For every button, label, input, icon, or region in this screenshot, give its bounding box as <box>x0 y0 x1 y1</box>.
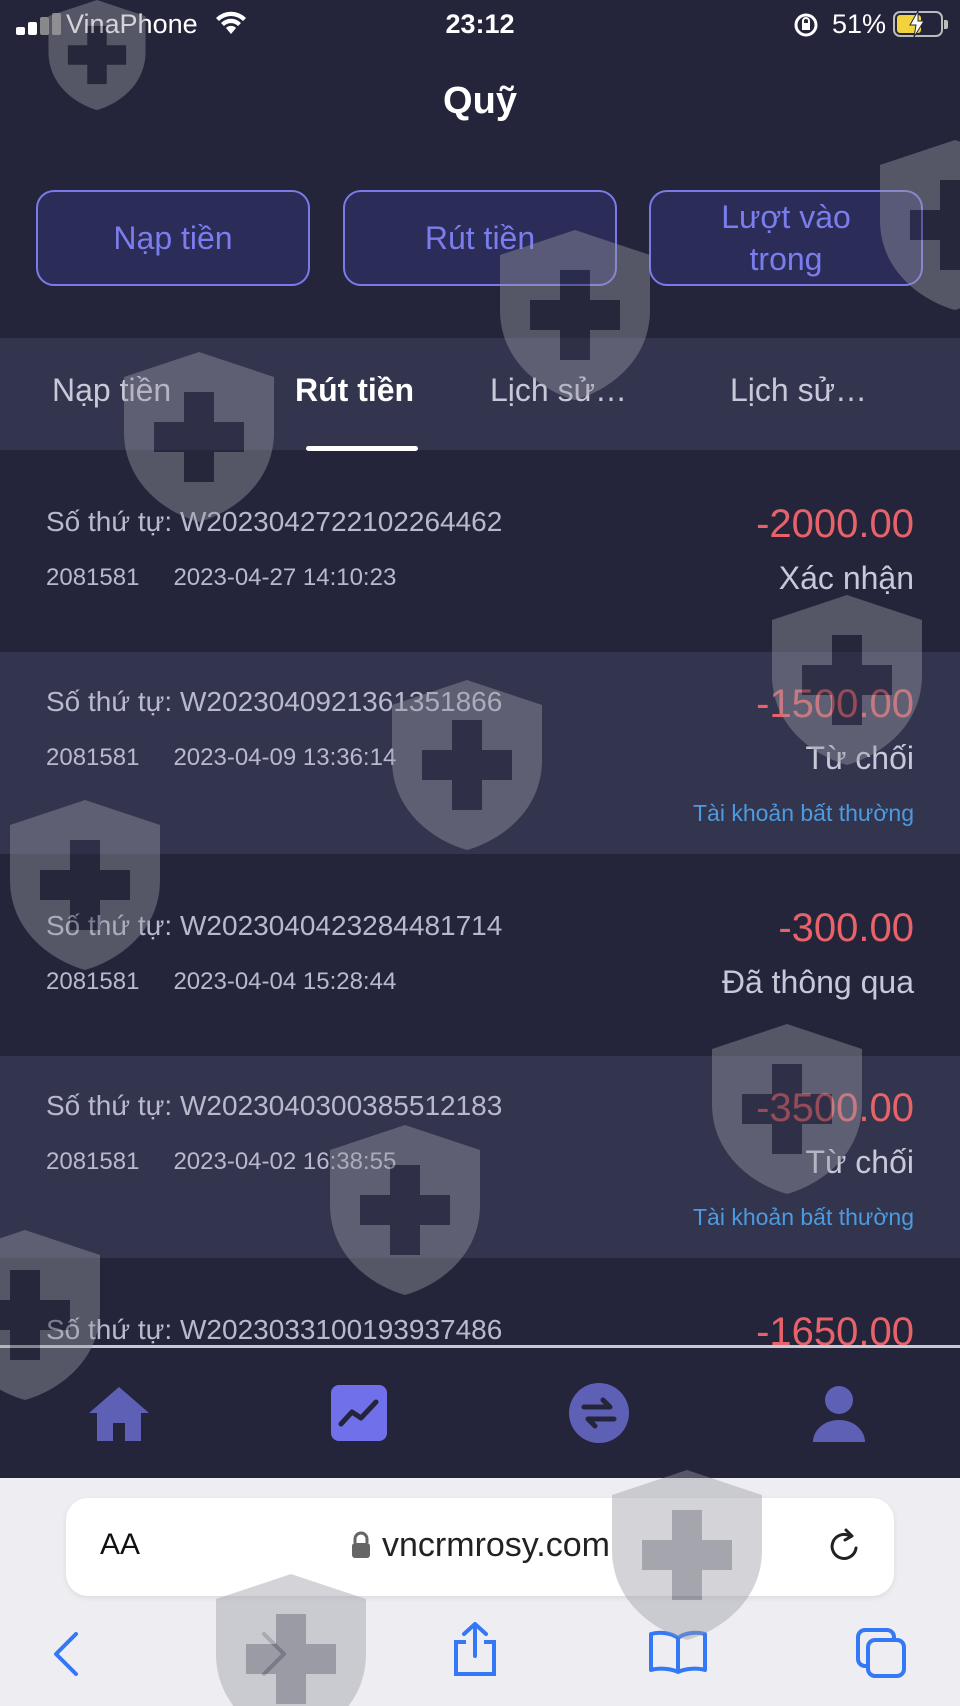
record-amount: -300.00 <box>778 906 914 950</box>
nav-profile[interactable] <box>804 1378 874 1448</box>
list-item[interactable]: Số thứ tự: W2023040423284481714 2081581 2… <box>0 854 960 1056</box>
tab-history-2[interactable]: Lịch sử… <box>730 372 867 409</box>
back-icon[interactable] <box>48 1630 84 1678</box>
record-amount: -1500.00 <box>756 682 914 726</box>
record-status: Từ chối <box>805 740 914 776</box>
withdraw-record-list: Số thứ tự: W2023042722102264462 2081581 2… <box>0 450 960 1345</box>
record-status: Từ chối <box>805 1144 914 1180</box>
record-meta: 2081581 2023-04-02 16:38:55 <box>46 1148 397 1175</box>
user-icon <box>813 1386 865 1442</box>
nav-home[interactable] <box>84 1378 154 1448</box>
reload-icon[interactable] <box>824 1526 864 1566</box>
order-number: Số thứ tự: W2023033100193937486 <box>46 1314 503 1345</box>
page-title: Quỹ <box>443 80 517 122</box>
record-meta: 2081581 2023-04-09 13:36:14 <box>46 744 397 771</box>
order-number: Số thứ tự: W2023040300385512183 <box>46 1090 503 1121</box>
record-meta: 2081581 2023-04-27 14:10:23 <box>46 564 397 591</box>
record-amount: -2000.00 <box>756 502 914 546</box>
record-tabs: Nạp tiền Rút tiền Lịch sử… Lịch sử… <box>0 338 960 451</box>
list-item[interactable]: Số thứ tự: W2023033100193937486 -1650.00 <box>0 1258 960 1345</box>
home-icon <box>89 1387 149 1441</box>
nav-market[interactable] <box>324 1378 394 1448</box>
chart-icon <box>331 1385 387 1441</box>
order-number: Số thứ tự: W2023040423284481714 <box>46 910 503 941</box>
record-meta: 2081581 2023-04-04 15:28:44 <box>46 968 397 995</box>
tab-deposit[interactable]: Nạp tiền <box>52 372 171 409</box>
share-icon[interactable] <box>452 1622 498 1678</box>
tab-withdraw[interactable]: Rút tiền <box>295 372 414 409</box>
order-number: Số thứ tự: W2023042722102264462 <box>46 506 503 537</box>
address-bar[interactable]: AA vncrmrosy.com <box>66 1498 894 1596</box>
lock-icon <box>352 1531 371 1558</box>
reject-reason: Tài khoản bất thường <box>692 1204 914 1230</box>
status-bar: VinaPhone 23:12 51% <box>0 0 960 50</box>
record-amount: -1650.00 <box>756 1310 914 1345</box>
record-status: Đã thông qua <box>721 964 914 1000</box>
battery-percent: 51% <box>832 9 887 39</box>
bottom-nav <box>0 1348 960 1478</box>
withdraw-button[interactable]: Rút tiền <box>343 190 617 286</box>
exchange-icon <box>569 1383 629 1443</box>
deposit-button-label: Nạp tiền <box>113 220 233 256</box>
withdraw-button-label: Rút tiền <box>424 220 536 256</box>
battery-icon <box>893 11 948 37</box>
browser-toolbar: AA vncrmrosy.com <box>0 1478 960 1706</box>
reject-reason: Tài khoản bất thường <box>692 800 914 826</box>
record-amount: -3500.00 <box>756 1086 914 1130</box>
rotation-lock-icon <box>794 13 818 37</box>
bookmarks-icon[interactable] <box>648 1628 708 1674</box>
list-item[interactable]: Số thứ tự: W2023040921361351866 2081581 2… <box>0 652 960 854</box>
tabs-icon[interactable] <box>854 1626 908 1678</box>
transfer-in-button[interactable]: Lượt vào trong <box>649 190 923 286</box>
transfer-in-button-label: Lượt vào trong <box>721 199 851 277</box>
list-item[interactable]: Số thứ tự: W2023040300385512183 2081581 2… <box>0 1056 960 1258</box>
list-item[interactable]: Số thứ tự: W2023042722102264462 2081581 2… <box>0 450 960 652</box>
forward-icon[interactable] <box>256 1630 292 1678</box>
deposit-button[interactable]: Nạp tiền <box>36 190 310 286</box>
tab-history-1[interactable]: Lịch sử… <box>490 372 627 409</box>
record-status: Xác nhận <box>778 560 914 596</box>
order-number: Số thứ tự: W2023040921361351866 <box>46 686 503 717</box>
url-text: vncrmrosy.com <box>66 1526 894 1565</box>
nav-exchange[interactable] <box>564 1378 634 1448</box>
